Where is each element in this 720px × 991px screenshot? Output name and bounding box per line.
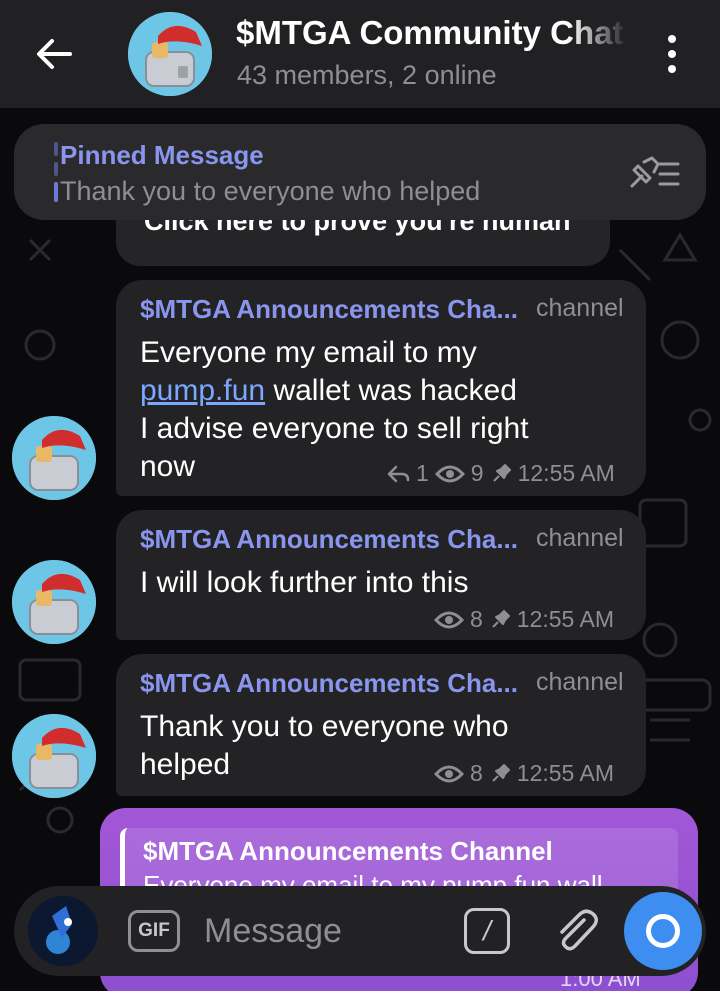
sender-tag: channel: [536, 294, 624, 322]
sender-name[interactable]: $MTGA Announcements Cha...: [140, 524, 518, 555]
gif-button[interactable]: GIF: [128, 910, 180, 952]
pinned-message-bar[interactable]: Pinned Message Thank you to everyone who…: [14, 124, 706, 220]
sender-tag: channel: [536, 668, 624, 696]
eye-icon: [434, 465, 465, 482]
back-arrow-icon: [37, 39, 72, 69]
pinned-text: Thank you to everyone who helped: [60, 176, 481, 206]
message-time: 12:55 AM: [516, 760, 614, 786]
message-link[interactable]: pump.fun: [140, 374, 265, 407]
paperclip-icon: [560, 909, 598, 951]
sender-name[interactable]: $MTGA Announcements Cha...: [140, 668, 518, 699]
reply-count: 1: [416, 460, 429, 486]
pin-icon: [492, 763, 510, 782]
pin-icon: [492, 609, 510, 628]
pinned-label: Pinned Message: [60, 140, 264, 170]
message-meta: 8 12:55 AM: [434, 760, 614, 787]
message-time: 12:55 AM: [516, 606, 614, 632]
bot-commands-button[interactable]: /: [464, 908, 510, 954]
pinned-indicator: [54, 142, 58, 202]
camera-button[interactable]: [624, 892, 702, 970]
message-bubble[interactable]: $MTGA Announcements Cha... channel Thank…: [116, 654, 646, 796]
group-avatar[interactable]: [128, 12, 212, 96]
sender-avatar[interactable]: [12, 560, 96, 644]
send-as-avatar[interactable]: [28, 896, 98, 966]
view-count: 8: [470, 760, 483, 786]
pinned-list-button[interactable]: [626, 152, 682, 192]
message-text: I will look further into this: [140, 566, 469, 599]
pin-icon: [492, 463, 511, 482]
message-meta: 1 9 12:55 AM: [386, 460, 615, 487]
message-bubble[interactable]: $MTGA Announcements Cha... channel I wil…: [116, 510, 646, 640]
reply-icon: [387, 465, 410, 482]
reply-quote-title: $MTGA Announcements Channel: [143, 836, 553, 866]
pin-list-icon: [630, 156, 680, 188]
attach-button[interactable]: [550, 906, 600, 956]
back-button[interactable]: [30, 30, 78, 78]
more-vertical-icon: [668, 35, 676, 43]
eye-icon: [434, 611, 464, 628]
message-bubble[interactable]: $MTGA Announcements Cha... channel Every…: [116, 280, 646, 496]
camera-icon: [646, 914, 680, 948]
view-count: 9: [470, 460, 484, 486]
chat-title[interactable]: $MTGA Community Chat: [236, 14, 628, 52]
message-meta: 8 12:55 AM: [434, 606, 614, 633]
sender-avatar[interactable]: [12, 714, 96, 798]
message-input[interactable]: [204, 908, 444, 954]
sender-name[interactable]: $MTGA Announcements Cha...: [140, 294, 518, 325]
view-count: 8: [470, 606, 483, 632]
sender-tag: channel: [536, 524, 624, 552]
message-time: 12:55 AM: [517, 460, 615, 486]
member-count: 43 members, 2 online: [237, 60, 497, 90]
chat-header: $MTGA Community Chat 43 members, 2 onlin…: [0, 0, 720, 108]
more-options-button[interactable]: [652, 30, 692, 78]
message-composer: GIF /: [14, 886, 706, 976]
eye-icon: [434, 765, 464, 782]
sender-avatar[interactable]: [12, 416, 96, 500]
